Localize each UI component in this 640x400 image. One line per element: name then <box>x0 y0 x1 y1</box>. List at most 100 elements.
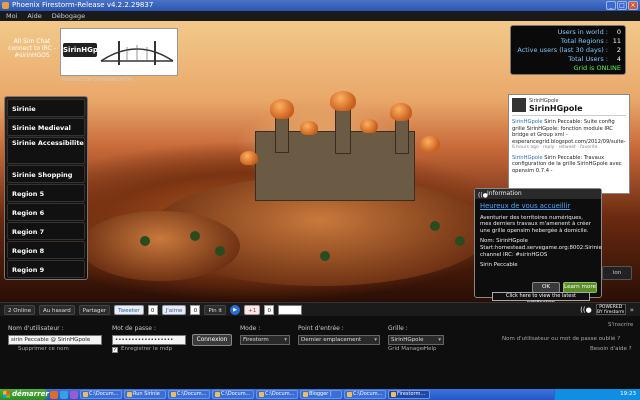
tweet-user[interactable]: SirinHGpole <box>512 119 543 125</box>
like-button[interactable]: J'aime <box>161 304 187 315</box>
tweet: SirinHGpole Sirin Peccable: Travaux conf… <box>512 155 626 175</box>
menu-aide[interactable]: Aide <box>27 11 41 21</box>
twitter-widget[interactable]: SirinHGpole SirinHGpole SirinHGpole Siri… <box>508 94 630 194</box>
remember-checkbox[interactable]: ✓ <box>112 347 118 353</box>
play-icon[interactable]: ▶ <box>230 304 241 315</box>
logo-wordmark: SirinHGpole <box>63 43 110 57</box>
grid-status: Grid is ONLINE <box>573 64 621 72</box>
start-location-select[interactable]: Dernier emplacement <box>298 335 380 345</box>
stat-row: Users in world :0 <box>557 28 621 36</box>
palm-tree <box>215 246 225 256</box>
random-button[interactable]: Au hasard <box>39 304 75 315</box>
expand-icon[interactable]: » <box>630 306 634 314</box>
notification-tooltip: Click here to view the latest notificati… <box>492 292 590 306</box>
palace-dome <box>270 99 294 119</box>
start-button[interactable]: démarrer <box>0 389 49 400</box>
remove-name-link[interactable]: Supprimer ce nom <box>18 346 69 352</box>
grid-label: Grille : <box>388 325 408 332</box>
help-link[interactable]: Help <box>424 346 437 352</box>
region-item[interactable]: Region 8 <box>7 241 85 259</box>
password-label: Mot de passe : <box>112 325 156 332</box>
remember-label: Enregistrer le mdp <box>121 346 173 352</box>
avatar <box>512 98 526 112</box>
popup-paragraph: Nom: SirinHGpole Start:homestead.servega… <box>480 238 602 258</box>
pin-button[interactable]: Pin it <box>204 304 227 315</box>
menu-debogage[interactable]: Débogage <box>52 11 85 21</box>
tweet-meta[interactable]: 6 hours ago · reply · retweet · favorite <box>512 145 626 152</box>
gplus-button[interactable]: +1 <box>244 304 261 315</box>
grid-select[interactable]: SirinHGpole <box>388 335 444 345</box>
popup-title[interactable]: Heureux de vous accueillir <box>480 203 596 210</box>
username-field[interactable]: sirin Peccable @ SirinHGpole <box>8 335 102 345</box>
taskbar-item[interactable]: Run Sirinie <box>124 390 166 399</box>
logo-banner: SirinHGpole <box>60 28 178 76</box>
tweet-user[interactable]: SirinHGpole <box>512 155 543 161</box>
quicklaunch-media-icon[interactable] <box>70 390 78 399</box>
region-item[interactable]: Region 9 <box>7 260 85 278</box>
menu-bar: Moi Aide Débogage <box>0 11 640 21</box>
palace-dome <box>240 151 258 165</box>
online-count: 2 Online <box>4 304 35 315</box>
stat-row: Total Users :4 <box>568 55 621 63</box>
tweet-button[interactable]: Tweeter <box>114 304 144 315</box>
region-item[interactable]: Region 5 <box>7 184 85 202</box>
taskbar-item[interactable]: C:\Docum... <box>256 390 298 399</box>
palm-tree <box>190 231 200 241</box>
tweet: SirinHGpole Sirin Peccable: Suite config… <box>512 119 626 152</box>
region-item[interactable]: Sirinie Accessibilite <box>7 137 85 164</box>
windows-taskbar: démarrer C:\Docum... Run Sirinie C:\Docu… <box>0 389 640 400</box>
forgot-password-link[interactable]: Nom d'utilisateur ou mot de passe oublié… <box>502 336 620 342</box>
partial-button[interactable]: ion <box>602 266 632 280</box>
taskbar-item[interactable]: Blogger | <box>300 390 342 399</box>
taskbar-item[interactable]: C:\Docum... <box>80 390 122 399</box>
start-label: démarrer <box>12 390 49 398</box>
windows-logo-icon <box>3 391 10 398</box>
irc-note: All Sim Chat connect to IRC - #sirinHGOS <box>8 38 56 59</box>
menu-moi[interactable]: Moi <box>6 11 17 21</box>
quicklaunch-ie-icon[interactable] <box>60 390 68 399</box>
info-icon: ((● <box>478 192 488 199</box>
login-panel: Nom d'utilisateur : sirin Peccable @ Sir… <box>0 316 640 359</box>
username-label: Nom d'utilisateur : <box>8 325 64 332</box>
connect-button[interactable]: Connexion <box>192 334 232 346</box>
window-title: Phoenix Firestorm-Release v4.2.2.29837 <box>12 1 154 9</box>
taskbar-item[interactable]: Firestorm... <box>388 390 430 399</box>
palace-dome <box>360 119 378 133</box>
grid-manager-link[interactable]: Grid Manager <box>388 346 425 352</box>
password-field[interactable]: •••••••••••••••••• <box>112 335 186 345</box>
firestorm-logo: POWERED BY firestorm <box>595 304 626 315</box>
region-item[interactable]: Sirinie Medieval <box>7 118 85 136</box>
palm-tree <box>140 236 150 246</box>
close-button[interactable]: × <box>628 1 638 10</box>
region-menu: Sirinie Sirinie Medieval Sirinie Accessi… <box>4 96 88 280</box>
popup-body: Heureux de vous accueillir Aventurier de… <box>475 199 602 277</box>
grid-logo: All Sim Chat connect to IRC - #sirinHGOS… <box>4 28 178 83</box>
region-item[interactable]: Region 6 <box>7 203 85 221</box>
taskbar-item[interactable]: C:\Docum... <box>168 390 210 399</box>
blank-field[interactable] <box>278 304 303 315</box>
notification-icon[interactable]: ((● <box>580 306 592 314</box>
clock[interactable]: 19:23 <box>620 391 636 397</box>
mode-select[interactable]: Firestorm <box>240 335 290 345</box>
popup-header-label: Information <box>487 190 522 197</box>
window-controls: _ □ × <box>606 1 638 10</box>
quicklaunch-firefox-icon[interactable] <box>50 390 58 399</box>
share-button[interactable]: Partager <box>78 304 111 315</box>
taskbar-item[interactable]: C:\Docum... <box>212 390 254 399</box>
start-location-label: Point d'entrée : <box>298 325 344 332</box>
region-item[interactable]: Sirinie <box>7 99 85 117</box>
app-icon <box>2 2 9 9</box>
stat-row: Total Regions :11 <box>560 37 621 45</box>
region-item[interactable]: Sirinie Shopping <box>7 165 85 183</box>
stat-row: Active users (last 30 days) :2 <box>517 46 621 54</box>
taskbar-item[interactable]: C:\Docum... <box>344 390 386 399</box>
mode-label: Mode : <box>240 325 261 332</box>
minimize-button[interactable]: _ <box>606 1 616 10</box>
twitter-header: SirinHGpole SirinHGpole <box>512 98 626 116</box>
signup-link[interactable]: S'inscrire <box>608 322 633 328</box>
need-help-link[interactable]: Besoin d'aide ? <box>590 346 632 352</box>
palm-tree <box>430 221 440 231</box>
region-item[interactable]: Region 7 <box>7 222 85 240</box>
bridge-icon <box>100 41 174 65</box>
maximize-button[interactable]: □ <box>617 1 627 10</box>
